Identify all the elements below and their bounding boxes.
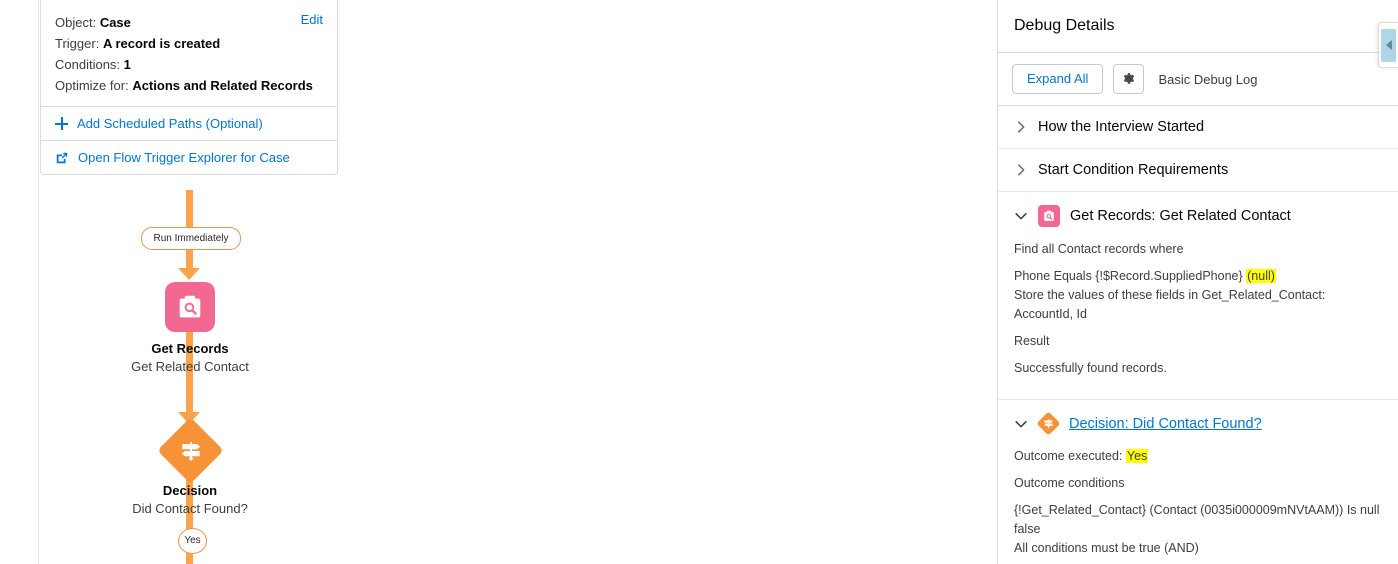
- debug-section-start-condition-requirements: Start Condition Requirements: [998, 149, 1398, 192]
- run-immediately-pill[interactable]: Run Immediately: [141, 227, 241, 250]
- trigger-row-trigger-value: A record is created: [102, 36, 221, 51]
- trigger-row-object-value: Case: [99, 15, 131, 30]
- page-title: Debug Details: [1014, 17, 1115, 34]
- connector-pill-to-arrow: [186, 248, 193, 270]
- decision-diamond[interactable]: [156, 417, 224, 484]
- add-scheduled-paths-button[interactable]: Add Scheduled Paths (Optional): [41, 107, 337, 140]
- debug-section-header[interactable]: Start Condition Requirements: [998, 149, 1398, 191]
- decision-outcome-yes-pill[interactable]: Yes: [178, 528, 207, 554]
- trigger-row-object-label: Object:: [55, 15, 97, 30]
- canvas-left-divider: [38, 0, 39, 564]
- clipboard-search-glyph: [1044, 210, 1054, 221]
- gear-icon: [1123, 73, 1135, 84]
- debug-line-highlight: Yes: [1125, 449, 1149, 463]
- debug-details-header: Debug Details: [998, 0, 1398, 53]
- debug-line-highlight: (null): [1246, 269, 1276, 283]
- clipboard-search-icon[interactable]: [165, 282, 215, 332]
- edit-trigger-link[interactable]: Edit: [301, 12, 323, 27]
- signpost-icon: [167, 427, 214, 474]
- plus-icon: [55, 117, 68, 130]
- trigger-row-trigger-label: Trigger:: [55, 36, 100, 51]
- debug-line: Result: [1014, 334, 1050, 348]
- trigger-row-optimize-value: Actions and Related Records: [132, 78, 313, 93]
- debug-line-text: Outcome executed:: [1014, 449, 1126, 463]
- chevron-left-glyph: [1385, 40, 1392, 50]
- collapse-debug-panel-button[interactable]: [1378, 22, 1398, 68]
- node-subtitle-decision: Did Contact Found?: [132, 501, 248, 516]
- debug-line: {!Get_Related_Contact} (Contact (0035i00…: [1014, 503, 1380, 536]
- trigger-row-optimize-label: Optimize for:: [55, 78, 129, 93]
- flow-canvas[interactable]: Edit Object: Case Trigger: A record is c…: [0, 0, 998, 564]
- debug-section-how-the-interview-started: How the Interview Started: [998, 106, 1398, 149]
- signpost-icon: [1036, 411, 1061, 436]
- trigger-summary: Edit Object: Case Trigger: A record is c…: [41, 0, 337, 106]
- debug-line: Find all Contact records where: [1014, 242, 1184, 256]
- open-flow-trigger-explorer-link[interactable]: Open Flow Trigger Explorer for Case: [41, 141, 337, 174]
- external-link-icon: [56, 152, 68, 163]
- flow-node-decision[interactable]: Decision Did Contact Found?: [80, 417, 300, 516]
- connector-start-to-pill: [186, 190, 193, 230]
- chevron-down-icon: [1015, 420, 1027, 427]
- debug-line-text: Phone Equals {!$Record.SuppliedPhone}: [1014, 269, 1247, 283]
- signpost-glyph: [180, 441, 200, 461]
- clipboard-search-icon: [1038, 205, 1060, 227]
- chevron-left-icon: [1381, 28, 1396, 62]
- signpost-glyph: [1044, 419, 1053, 428]
- panel-scrollbar[interactable]: [1393, 0, 1398, 564]
- debug-section-header[interactable]: Get Records: Get Related Contact: [998, 192, 1398, 240]
- debug-line: All conditions must be true (AND): [1014, 541, 1199, 555]
- debug-section-header[interactable]: How the Interview Started: [998, 106, 1398, 148]
- debug-settings-button[interactable]: [1113, 64, 1145, 94]
- node-title-get-records: Get Records: [151, 341, 229, 356]
- trigger-row-conditions: Conditions: 1: [55, 54, 323, 75]
- node-title-decision: Decision: [162, 483, 218, 498]
- debug-line: Outcome conditions: [1014, 476, 1125, 490]
- debug-line: Phone Equals {!$Record.SuppliedPhone} (n…: [1014, 267, 1382, 286]
- debug-sections-list[interactable]: How the Interview Started Start Conditio…: [998, 106, 1398, 564]
- open-flow-trigger-explorer-label: Open Flow Trigger Explorer for Case: [78, 150, 290, 165]
- clipboard-search-glyph: [179, 295, 201, 318]
- trigger-row-conditions-label: Conditions:: [55, 57, 121, 72]
- debug-toolbar: Expand All Basic Debug Log: [998, 53, 1398, 106]
- debug-section-title[interactable]: Decision: Did Contact Found?: [1069, 416, 1262, 432]
- debug-line: Store the values of these fields in Get_…: [1014, 288, 1326, 321]
- trigger-row-trigger: Trigger: A record is created: [55, 33, 323, 54]
- chevron-down-icon: [1015, 213, 1027, 220]
- add-scheduled-paths-label: Add Scheduled Paths (Optional): [77, 116, 263, 131]
- trigger-row-optimize: Optimize for: Actions and Related Record…: [55, 75, 323, 96]
- connector-arrow-1: [178, 268, 200, 280]
- debug-section-body: Find all Contact records where Phone Equ…: [998, 240, 1398, 399]
- trigger-row-object: Object: Case: [55, 12, 323, 33]
- debug-section-title: How the Interview Started: [1038, 119, 1205, 135]
- chevron-right-icon: [1018, 121, 1025, 133]
- debug-section-title: Start Condition Requirements: [1038, 162, 1229, 178]
- chevron-right-icon: [1018, 164, 1025, 176]
- trigger-row-conditions-value: 1: [123, 57, 131, 72]
- debug-log-mode-label: Basic Debug Log: [1158, 71, 1258, 87]
- debug-section-decision: Decision: Did Contact Found? Outcome exe…: [998, 400, 1398, 564]
- debug-section-get-records: Get Records: Get Related Contact Find al…: [998, 192, 1398, 400]
- start-trigger-card[interactable]: Edit Object: Case Trigger: A record is c…: [40, 0, 338, 175]
- debug-line: Outcome executed: Yes: [1014, 447, 1382, 466]
- flow-node-get-records[interactable]: Get Records Get Related Contact: [80, 282, 300, 374]
- debug-details-panel: Debug Details Expand All Basic Debug Log…: [998, 0, 1398, 564]
- debug-section-header[interactable]: Decision: Did Contact Found?: [998, 400, 1398, 447]
- debug-section-title: Get Records: Get Related Contact: [1070, 208, 1291, 224]
- debug-section-body: Outcome executed: Yes Outcome conditions…: [998, 447, 1398, 564]
- signpost-glyph-wrap: [1040, 415, 1057, 432]
- debug-line: Successfully found records.: [1014, 361, 1167, 375]
- node-subtitle-get-records: Get Related Contact: [131, 359, 249, 374]
- expand-all-button[interactable]: Expand All: [1012, 64, 1104, 94]
- flow-builder-app: Edit Object: Case Trigger: A record is c…: [0, 0, 1398, 564]
